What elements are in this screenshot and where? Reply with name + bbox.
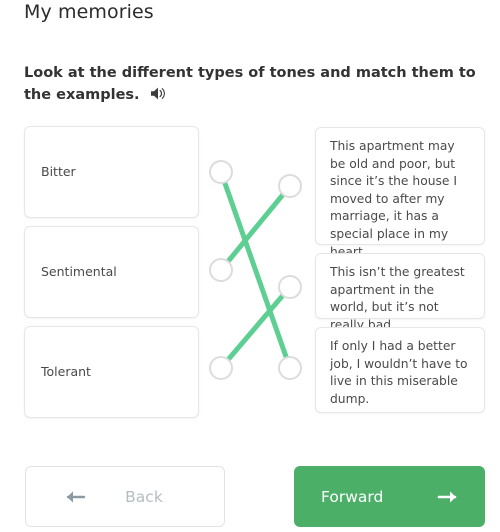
match-connector-line-2: [225, 292, 286, 363]
instruction-line-2: the examples.: [24, 87, 140, 103]
back-button-label: Back: [125, 487, 163, 506]
match-right-node-2[interactable]: [278, 356, 302, 380]
arrow-left-icon: [64, 488, 86, 506]
match-left-node-1[interactable]: [209, 258, 233, 282]
forward-button[interactable]: Forward: [294, 466, 485, 527]
match-connector-line-1: [225, 191, 286, 265]
match-right-option-label: This apartment may be old and poor, but …: [330, 139, 458, 259]
match-right-node-0[interactable]: [278, 174, 302, 198]
match-connector-line-0: [222, 179, 289, 361]
match-left-option[interactable]: Sentimental: [24, 226, 199, 318]
instruction-line-1: Look at the different types of tones and…: [24, 65, 476, 81]
matching-area: Bitter Sentimental Tolerant This apartme…: [0, 120, 500, 420]
match-left-option-label: Sentimental: [41, 264, 117, 279]
match-left-option-label: Tolerant: [41, 364, 91, 379]
page-title: My memories: [24, 1, 154, 23]
match-right-node-1[interactable]: [278, 275, 302, 299]
back-button[interactable]: Back: [25, 466, 225, 527]
match-right-option[interactable]: If only I had a better job, I wouldn’t h…: [315, 327, 485, 413]
speaker-icon[interactable]: [150, 86, 167, 101]
instruction-text: Look at the different types of tones and…: [24, 62, 484, 106]
match-left-option-label: Bitter: [41, 164, 76, 179]
match-left-option[interactable]: Bitter: [24, 126, 199, 218]
match-right-option-label: If only I had a better job, I wouldn’t h…: [330, 339, 468, 406]
match-left-node-2[interactable]: [209, 356, 233, 380]
exercise-screen: My memories Look at the different types …: [0, 0, 500, 532]
match-left-option[interactable]: Tolerant: [24, 326, 199, 418]
match-right-option[interactable]: This isn’t the greatest apartment in the…: [315, 253, 485, 332]
match-right-option-label: This isn’t the greatest apartment in the…: [330, 265, 465, 332]
forward-button-label: Forward: [321, 487, 384, 506]
match-right-option[interactable]: This apartment may be old and poor, but …: [315, 127, 485, 259]
match-left-node-0[interactable]: [209, 160, 233, 184]
arrow-right-icon: [437, 488, 459, 506]
